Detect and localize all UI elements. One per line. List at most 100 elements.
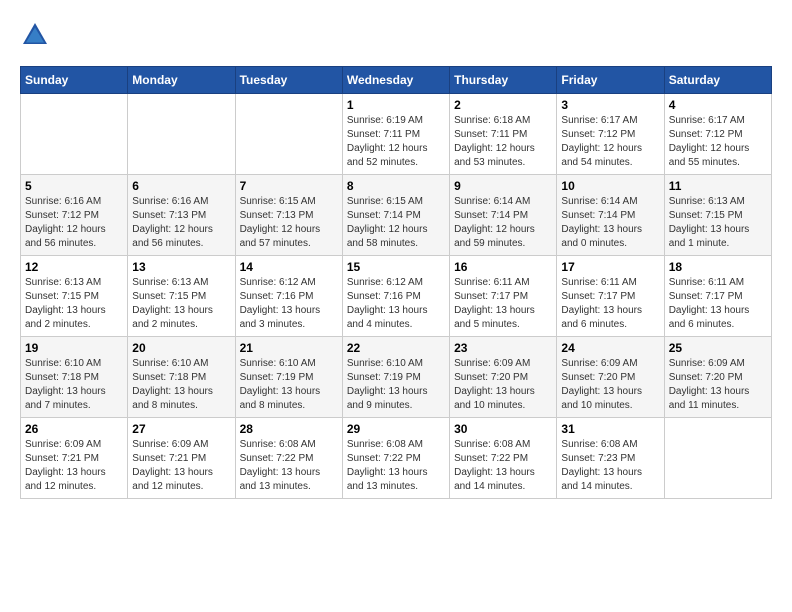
day-info: Sunrise: 6:10 AMSunset: 7:18 PMDaylight:… [25, 357, 123, 413]
calendar-cell: 1 Sunrise: 6:19 AMSunset: 7:11 PMDayligh… [342, 94, 449, 175]
calendar-cell: 7 Sunrise: 6:15 AMSunset: 7:13 PMDayligh… [235, 175, 342, 256]
calendar-week-row: 5 Sunrise: 6:16 AMSunset: 7:12 PMDayligh… [21, 175, 772, 256]
day-info: Sunrise: 6:08 AMSunset: 7:22 PMDaylight:… [454, 438, 552, 494]
day-number: 4 [669, 98, 767, 112]
day-info: Sunrise: 6:08 AMSunset: 7:22 PMDaylight:… [240, 438, 338, 494]
weekday-header: Sunday [21, 67, 128, 94]
calendar-week-row: 19 Sunrise: 6:10 AMSunset: 7:18 PMDaylig… [21, 337, 772, 418]
day-info: Sunrise: 6:16 AMSunset: 7:13 PMDaylight:… [132, 195, 230, 251]
calendar-cell: 20 Sunrise: 6:10 AMSunset: 7:18 PMDaylig… [128, 337, 235, 418]
day-info: Sunrise: 6:12 AMSunset: 7:16 PMDaylight:… [347, 276, 445, 332]
day-info: Sunrise: 6:09 AMSunset: 7:20 PMDaylight:… [454, 357, 552, 413]
calendar-table: SundayMondayTuesdayWednesdayThursdayFrid… [20, 66, 772, 499]
day-number: 27 [132, 422, 230, 436]
day-number: 23 [454, 341, 552, 355]
day-number: 16 [454, 260, 552, 274]
day-number: 8 [347, 179, 445, 193]
day-info: Sunrise: 6:08 AMSunset: 7:22 PMDaylight:… [347, 438, 445, 494]
calendar-cell: 19 Sunrise: 6:10 AMSunset: 7:18 PMDaylig… [21, 337, 128, 418]
day-info: Sunrise: 6:11 AMSunset: 7:17 PMDaylight:… [561, 276, 659, 332]
calendar-cell [128, 94, 235, 175]
logo-icon [20, 20, 50, 50]
day-number: 12 [25, 260, 123, 274]
calendar-week-row: 26 Sunrise: 6:09 AMSunset: 7:21 PMDaylig… [21, 418, 772, 499]
calendar-cell: 6 Sunrise: 6:16 AMSunset: 7:13 PMDayligh… [128, 175, 235, 256]
day-info: Sunrise: 6:13 AMSunset: 7:15 PMDaylight:… [669, 195, 767, 251]
day-number: 28 [240, 422, 338, 436]
weekday-header: Wednesday [342, 67, 449, 94]
logo [20, 20, 54, 50]
calendar-cell: 9 Sunrise: 6:14 AMSunset: 7:14 PMDayligh… [450, 175, 557, 256]
calendar-week-row: 1 Sunrise: 6:19 AMSunset: 7:11 PMDayligh… [21, 94, 772, 175]
calendar-cell: 5 Sunrise: 6:16 AMSunset: 7:12 PMDayligh… [21, 175, 128, 256]
day-info: Sunrise: 6:13 AMSunset: 7:15 PMDaylight:… [25, 276, 123, 332]
calendar-cell: 23 Sunrise: 6:09 AMSunset: 7:20 PMDaylig… [450, 337, 557, 418]
calendar-cell: 13 Sunrise: 6:13 AMSunset: 7:15 PMDaylig… [128, 256, 235, 337]
day-info: Sunrise: 6:16 AMSunset: 7:12 PMDaylight:… [25, 195, 123, 251]
calendar-cell [21, 94, 128, 175]
day-number: 10 [561, 179, 659, 193]
calendar-cell: 10 Sunrise: 6:14 AMSunset: 7:14 PMDaylig… [557, 175, 664, 256]
calendar-cell: 3 Sunrise: 6:17 AMSunset: 7:12 PMDayligh… [557, 94, 664, 175]
day-info: Sunrise: 6:19 AMSunset: 7:11 PMDaylight:… [347, 114, 445, 170]
day-info: Sunrise: 6:14 AMSunset: 7:14 PMDaylight:… [454, 195, 552, 251]
calendar-cell: 26 Sunrise: 6:09 AMSunset: 7:21 PMDaylig… [21, 418, 128, 499]
calendar-cell: 28 Sunrise: 6:08 AMSunset: 7:22 PMDaylig… [235, 418, 342, 499]
day-number: 14 [240, 260, 338, 274]
day-number: 2 [454, 98, 552, 112]
day-info: Sunrise: 6:09 AMSunset: 7:20 PMDaylight:… [561, 357, 659, 413]
calendar-cell [235, 94, 342, 175]
day-info: Sunrise: 6:11 AMSunset: 7:17 PMDaylight:… [669, 276, 767, 332]
calendar-cell: 18 Sunrise: 6:11 AMSunset: 7:17 PMDaylig… [664, 256, 771, 337]
day-number: 21 [240, 341, 338, 355]
day-info: Sunrise: 6:12 AMSunset: 7:16 PMDaylight:… [240, 276, 338, 332]
day-number: 19 [25, 341, 123, 355]
weekday-header: Saturday [664, 67, 771, 94]
day-info: Sunrise: 6:09 AMSunset: 7:21 PMDaylight:… [132, 438, 230, 494]
calendar-cell: 21 Sunrise: 6:10 AMSunset: 7:19 PMDaylig… [235, 337, 342, 418]
day-info: Sunrise: 6:15 AMSunset: 7:14 PMDaylight:… [347, 195, 445, 251]
day-info: Sunrise: 6:18 AMSunset: 7:11 PMDaylight:… [454, 114, 552, 170]
day-number: 30 [454, 422, 552, 436]
calendar-cell: 27 Sunrise: 6:09 AMSunset: 7:21 PMDaylig… [128, 418, 235, 499]
calendar-cell: 17 Sunrise: 6:11 AMSunset: 7:17 PMDaylig… [557, 256, 664, 337]
day-number: 3 [561, 98, 659, 112]
day-info: Sunrise: 6:17 AMSunset: 7:12 PMDaylight:… [669, 114, 767, 170]
calendar-cell: 15 Sunrise: 6:12 AMSunset: 7:16 PMDaylig… [342, 256, 449, 337]
calendar-cell: 31 Sunrise: 6:08 AMSunset: 7:23 PMDaylig… [557, 418, 664, 499]
weekday-header: Monday [128, 67, 235, 94]
calendar-cell: 12 Sunrise: 6:13 AMSunset: 7:15 PMDaylig… [21, 256, 128, 337]
day-info: Sunrise: 6:09 AMSunset: 7:21 PMDaylight:… [25, 438, 123, 494]
day-info: Sunrise: 6:10 AMSunset: 7:19 PMDaylight:… [240, 357, 338, 413]
weekday-header: Friday [557, 67, 664, 94]
day-number: 6 [132, 179, 230, 193]
calendar-cell: 24 Sunrise: 6:09 AMSunset: 7:20 PMDaylig… [557, 337, 664, 418]
calendar-cell: 25 Sunrise: 6:09 AMSunset: 7:20 PMDaylig… [664, 337, 771, 418]
day-number: 29 [347, 422, 445, 436]
calendar-cell: 8 Sunrise: 6:15 AMSunset: 7:14 PMDayligh… [342, 175, 449, 256]
calendar-cell [664, 418, 771, 499]
day-number: 31 [561, 422, 659, 436]
day-number: 25 [669, 341, 767, 355]
day-info: Sunrise: 6:08 AMSunset: 7:23 PMDaylight:… [561, 438, 659, 494]
calendar-week-row: 12 Sunrise: 6:13 AMSunset: 7:15 PMDaylig… [21, 256, 772, 337]
day-info: Sunrise: 6:10 AMSunset: 7:18 PMDaylight:… [132, 357, 230, 413]
day-info: Sunrise: 6:11 AMSunset: 7:17 PMDaylight:… [454, 276, 552, 332]
weekday-header-row: SundayMondayTuesdayWednesdayThursdayFrid… [21, 67, 772, 94]
day-number: 18 [669, 260, 767, 274]
day-number: 26 [25, 422, 123, 436]
page-header [20, 20, 772, 50]
calendar-cell: 4 Sunrise: 6:17 AMSunset: 7:12 PMDayligh… [664, 94, 771, 175]
day-number: 20 [132, 341, 230, 355]
day-info: Sunrise: 6:09 AMSunset: 7:20 PMDaylight:… [669, 357, 767, 413]
day-number: 1 [347, 98, 445, 112]
day-number: 24 [561, 341, 659, 355]
day-number: 9 [454, 179, 552, 193]
day-number: 5 [25, 179, 123, 193]
calendar-cell: 2 Sunrise: 6:18 AMSunset: 7:11 PMDayligh… [450, 94, 557, 175]
calendar-cell: 29 Sunrise: 6:08 AMSunset: 7:22 PMDaylig… [342, 418, 449, 499]
day-info: Sunrise: 6:17 AMSunset: 7:12 PMDaylight:… [561, 114, 659, 170]
day-number: 11 [669, 179, 767, 193]
weekday-header: Tuesday [235, 67, 342, 94]
day-number: 22 [347, 341, 445, 355]
